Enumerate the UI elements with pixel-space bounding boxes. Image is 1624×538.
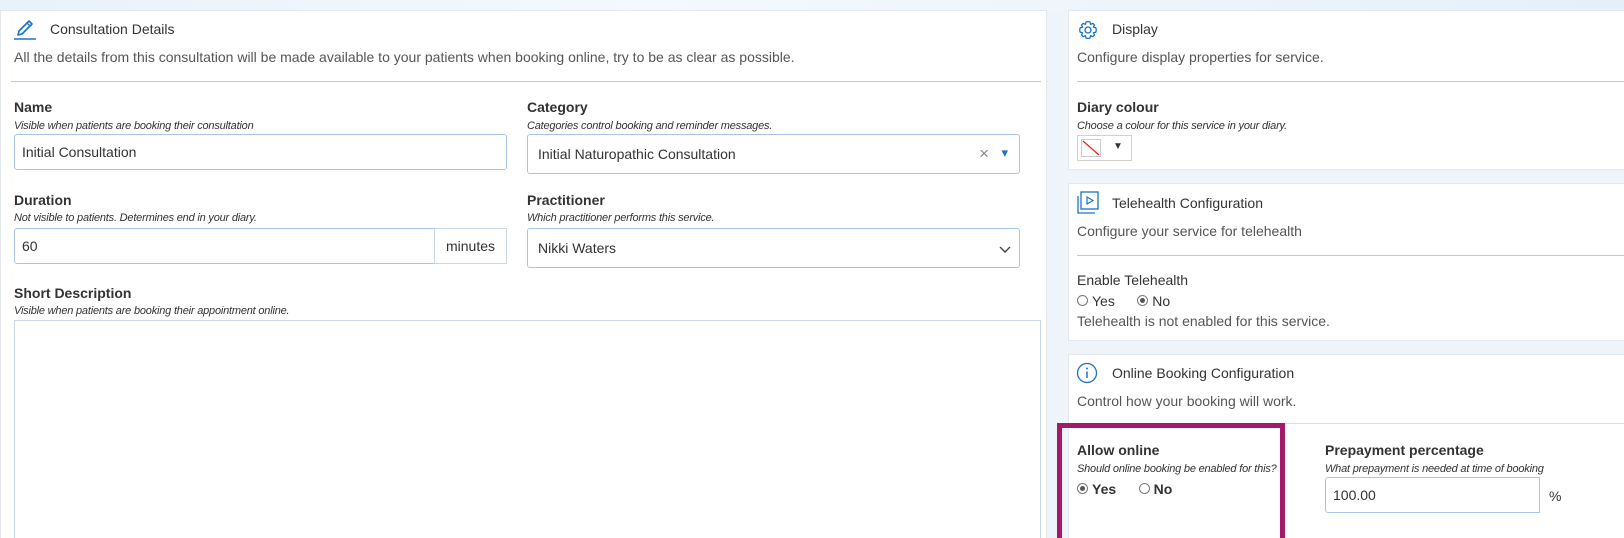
clear-icon[interactable]: × — [979, 144, 989, 164]
category-hint: Categories control booking and reminder … — [527, 120, 773, 132]
duration-input[interactable]: 60 — [14, 228, 435, 264]
name-hint: Visible when patients are booking their … — [14, 120, 254, 132]
no-colour-swatch — [1081, 139, 1101, 157]
enable-telehealth-label: Enable Telehealth — [1077, 272, 1189, 288]
pencil-icon — [12, 16, 38, 42]
video-icon — [1076, 190, 1102, 216]
duration-hint: Not visible to patients. Determines end … — [14, 212, 257, 224]
practitioner-label: Practitioner — [527, 192, 605, 208]
telehealth-no-label: No — [1152, 292, 1171, 309]
telehealth-status: Telehealth is not enabled for this servi… — [1077, 313, 1330, 329]
divider — [1077, 255, 1624, 256]
info-icon — [1076, 362, 1098, 384]
name-input[interactable]: Initial Consultation — [14, 134, 507, 170]
gear-icon — [1078, 20, 1098, 40]
practitioner-hint: Which practitioner performs this service… — [527, 212, 715, 224]
divider — [1077, 81, 1624, 82]
prepayment-unit: % — [1549, 488, 1562, 504]
divider — [11, 81, 1041, 82]
short-description-label: Short Description — [14, 285, 132, 301]
allow-online-highlight — [1057, 423, 1285, 538]
category-select[interactable]: Initial Naturopathic Consultation × ▾ — [527, 134, 1020, 174]
telehealth-panel: Telehealth Configuration Configure your … — [1068, 183, 1624, 341]
display-panel: Display Configure display properties for… — [1068, 10, 1624, 170]
telehealth-yes-radio[interactable] — [1077, 295, 1088, 307]
telehealth-no-radio[interactable] — [1137, 295, 1149, 307]
practitioner-value: Nikki Waters — [538, 240, 617, 256]
chevron-down-icon[interactable] — [998, 242, 1012, 253]
chevron-down-icon[interactable]: ▾ — [1001, 145, 1008, 161]
consultation-details-title: Consultation Details — [50, 21, 175, 37]
prepayment-hint: What prepayment is needed at time of boo… — [1325, 463, 1544, 475]
telehealth-yes-label: Yes — [1092, 292, 1115, 309]
display-description: Configure display properties for service… — [1077, 49, 1324, 65]
caret-down-icon: ▼ — [1113, 141, 1123, 152]
practitioner-select[interactable]: Nikki Waters — [527, 228, 1020, 268]
consultation-details-panel: Consultation Details All the details fro… — [0, 10, 1047, 538]
short-description-textarea[interactable] — [14, 320, 1041, 538]
name-label: Name — [14, 99, 53, 115]
category-label: Category — [527, 99, 588, 115]
prepayment-label: Prepayment percentage — [1325, 442, 1484, 458]
prepayment-input[interactable]: 100.00 — [1325, 477, 1540, 513]
duration-label: Duration — [14, 192, 72, 208]
short-description-hint: Visible when patients are booking their … — [14, 305, 290, 317]
consultation-details-description: All the details from this consultation w… — [14, 49, 795, 65]
background — [0, 0, 1624, 10]
colour-picker[interactable]: ▼ — [1077, 135, 1132, 161]
telehealth-radio-group: Yes No — [1077, 292, 1170, 310]
diary-colour-label: Diary colour — [1077, 99, 1159, 115]
category-value: Initial Naturopathic Consultation — [538, 146, 736, 162]
telehealth-title: Telehealth Configuration — [1112, 195, 1263, 211]
duration-unit: minutes — [434, 228, 507, 264]
online-booking-description: Control how your booking will work. — [1077, 393, 1297, 409]
diary-colour-hint: Choose a colour for this service in your… — [1077, 120, 1287, 132]
telehealth-description: Configure your service for telehealth — [1077, 223, 1302, 239]
display-title: Display — [1112, 21, 1158, 37]
online-booking-title: Online Booking Configuration — [1112, 365, 1295, 381]
